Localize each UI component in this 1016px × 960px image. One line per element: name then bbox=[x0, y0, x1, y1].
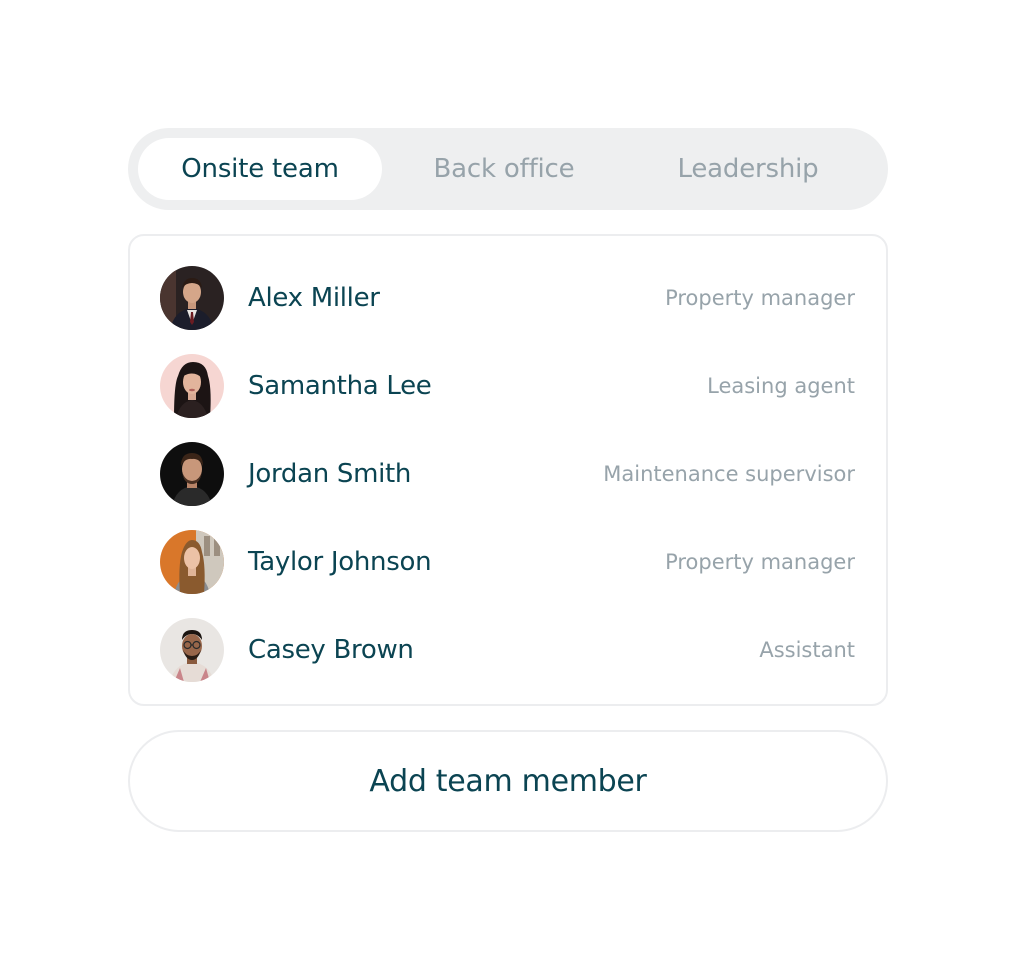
member-role: Assistant bbox=[759, 638, 855, 662]
member-role: Maintenance supervisor bbox=[603, 462, 855, 486]
add-team-member-button[interactable]: Add team member bbox=[128, 730, 888, 832]
member-name: Samantha Lee bbox=[248, 371, 432, 401]
list-item[interactable]: Alex Miller Property manager bbox=[160, 266, 855, 354]
team-member-list: Alex Miller Property manager Samantha Le… bbox=[128, 234, 888, 706]
list-item[interactable]: Casey Brown Assistant bbox=[160, 618, 855, 706]
list-item[interactable]: Samantha Lee Leasing agent bbox=[160, 354, 855, 442]
avatar bbox=[160, 442, 224, 506]
avatar bbox=[160, 618, 224, 682]
avatar bbox=[160, 266, 224, 330]
avatar bbox=[160, 530, 224, 594]
avatar bbox=[160, 354, 224, 418]
list-item[interactable]: Taylor Johnson Property manager bbox=[160, 530, 855, 618]
member-role: Property manager bbox=[665, 286, 855, 310]
member-name: Casey Brown bbox=[248, 635, 414, 665]
tab-leadership[interactable]: Leadership bbox=[626, 138, 870, 200]
member-name: Alex Miller bbox=[248, 283, 380, 313]
tab-onsite-team[interactable]: Onsite team bbox=[138, 138, 382, 200]
member-name: Taylor Johnson bbox=[248, 547, 432, 577]
member-name: Jordan Smith bbox=[248, 459, 412, 489]
team-tabs: Onsite team Back office Leadership bbox=[128, 128, 888, 210]
tab-back-office[interactable]: Back office bbox=[382, 138, 626, 200]
member-role: Property manager bbox=[665, 550, 855, 574]
member-role: Leasing agent bbox=[707, 374, 855, 398]
list-item[interactable]: Jordan Smith Maintenance supervisor bbox=[160, 442, 855, 530]
